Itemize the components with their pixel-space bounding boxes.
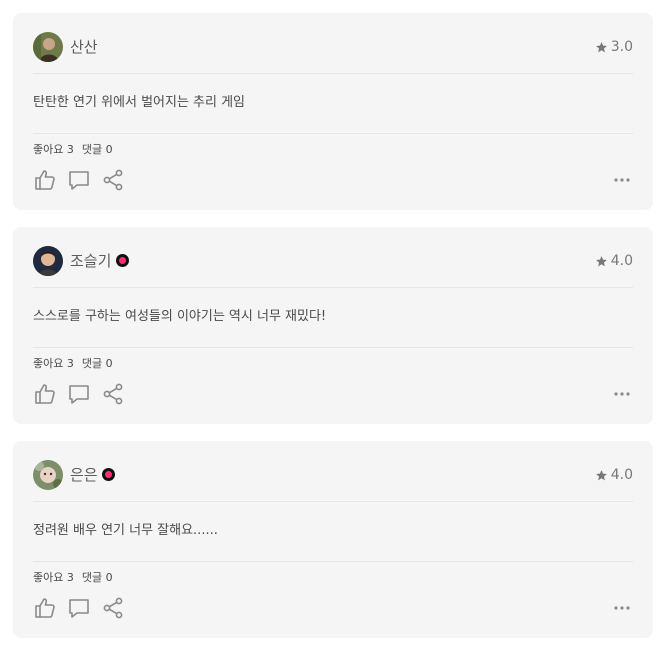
thumbs-up-icon <box>35 598 55 618</box>
verified-badge <box>102 468 115 481</box>
replies-count[interactable]: 댓글 0 <box>82 143 113 157</box>
thumbs-up-icon <box>35 384 55 404</box>
rating-value: 4.0 <box>610 467 633 483</box>
rating: 4.0 <box>595 253 633 269</box>
divider <box>33 347 633 348</box>
star-icon <box>595 41 607 52</box>
reply-button[interactable] <box>67 382 91 406</box>
reply-button[interactable] <box>67 596 91 620</box>
replies-count[interactable]: 댓글 0 <box>82 357 113 371</box>
more-options-button[interactable] <box>611 168 633 192</box>
review-stats: 좋아요 3 댓글 0 <box>33 143 113 157</box>
rating-value: 3.0 <box>610 39 633 55</box>
divider <box>33 287 633 288</box>
share-button[interactable] <box>101 382 125 406</box>
more-options-button[interactable] <box>611 382 633 406</box>
share-button[interactable] <box>101 168 125 192</box>
like-button[interactable] <box>33 596 57 620</box>
review-stats: 좋아요 3 댓글 0 <box>33 571 113 585</box>
review-list: 산산 3.0 탄탄한 연기 위에서 벌어지는 추리 게임 좋아요 3 댓글 0 <box>0 0 656 646</box>
user-name[interactable]: 산산 <box>70 37 98 57</box>
replies-count[interactable]: 댓글 0 <box>82 571 113 585</box>
avatar[interactable] <box>33 460 63 490</box>
reply-button[interactable] <box>67 168 91 192</box>
likes-count: 좋아요 3 <box>33 357 74 370</box>
review-stats: 좋아요 3 댓글 0 <box>33 357 113 371</box>
review-header: 산산 3.0 <box>33 32 633 62</box>
thumbs-up-icon <box>35 170 55 190</box>
review-text[interactable]: 스스로를 구하는 여성들의 이야기는 역시 너무 재밌다! <box>33 308 326 326</box>
user-name[interactable]: 은은 <box>70 465 98 485</box>
verified-badge <box>116 254 129 267</box>
like-button[interactable] <box>33 168 57 192</box>
review-actions <box>33 168 633 192</box>
speech-bubble-icon <box>69 385 89 404</box>
more-dots-icon <box>614 392 630 396</box>
share-icon <box>103 597 123 619</box>
avatar[interactable] <box>33 246 63 276</box>
review-card: 조슬기 4.0 스스로를 구하는 여성들의 이야기는 역시 너무 재밌다! 좋아… <box>13 227 653 424</box>
review-card: 산산 3.0 탄탄한 연기 위에서 벌어지는 추리 게임 좋아요 3 댓글 0 <box>13 13 653 210</box>
share-button[interactable] <box>101 596 125 620</box>
rating-value: 4.0 <box>610 253 633 269</box>
speech-bubble-icon <box>69 599 89 618</box>
share-icon <box>103 383 123 405</box>
more-dots-icon <box>614 606 630 610</box>
rating: 4.0 <box>595 467 633 483</box>
review-header: 은은 4.0 <box>33 460 633 490</box>
review-actions <box>33 382 633 406</box>
like-button[interactable] <box>33 382 57 406</box>
star-icon <box>595 469 607 480</box>
user-name[interactable]: 조슬기 <box>70 251 111 271</box>
avatar[interactable] <box>33 32 63 62</box>
review-card: 은은 4.0 정려원 배우 연기 너무 잘해요...... 좋아요 3 댓글 0 <box>13 441 653 638</box>
likes-count: 좋아요 3 <box>33 143 74 156</box>
likes-count: 좋아요 3 <box>33 571 74 584</box>
star-icon <box>595 255 607 266</box>
share-icon <box>103 169 123 191</box>
more-dots-icon <box>614 178 630 182</box>
review-header: 조슬기 4.0 <box>33 246 633 276</box>
review-text[interactable]: 탄탄한 연기 위에서 벌어지는 추리 게임 <box>33 94 245 112</box>
divider <box>33 561 633 562</box>
review-text[interactable]: 정려원 배우 연기 너무 잘해요...... <box>33 522 218 540</box>
more-options-button[interactable] <box>611 596 633 620</box>
speech-bubble-icon <box>69 171 89 190</box>
rating: 3.0 <box>595 39 633 55</box>
divider <box>33 73 633 74</box>
review-actions <box>33 596 633 620</box>
divider <box>33 133 633 134</box>
divider <box>33 501 633 502</box>
